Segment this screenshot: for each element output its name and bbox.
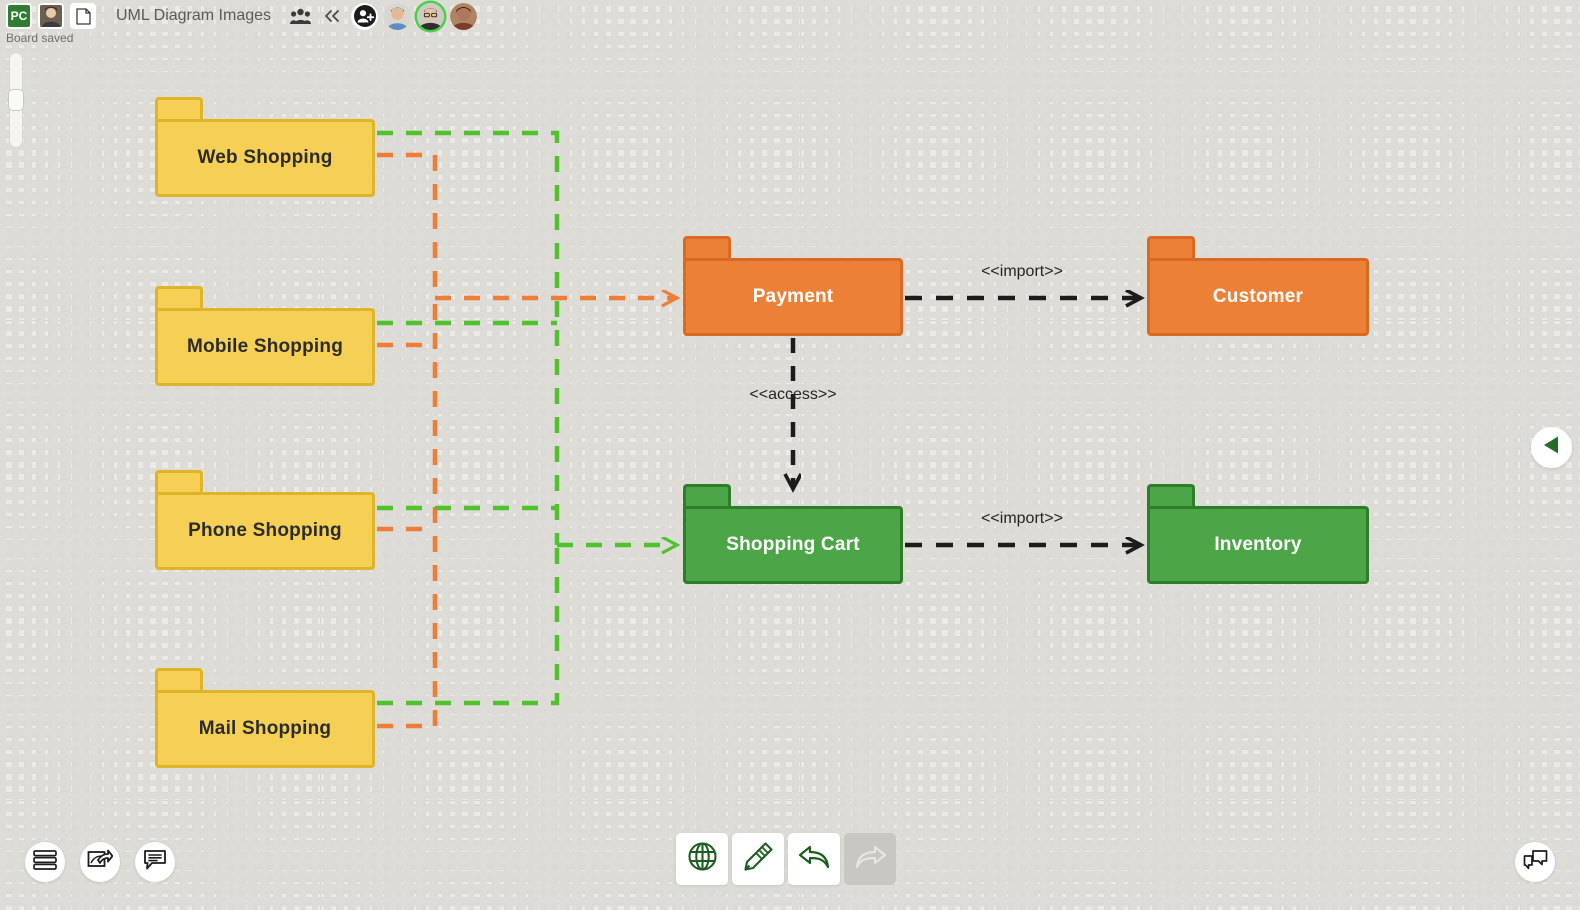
globe-icon (687, 841, 718, 877)
package-label: Shopping Cart (726, 534, 860, 555)
bottom-left-toolbar (25, 842, 175, 882)
avatar-user-1[interactable] (384, 2, 412, 30)
package-label: Customer (1212, 286, 1304, 307)
avatar-user-2[interactable] (417, 2, 445, 30)
page-cloud-logo[interactable]: PC (6, 3, 32, 29)
redo-button[interactable] (844, 833, 896, 885)
package-phone[interactable]: Phone Shopping (155, 470, 375, 570)
menu-button[interactable] (25, 842, 65, 882)
package-web[interactable]: Web Shopping (155, 97, 375, 197)
zoom-slider[interactable] (8, 52, 24, 148)
right-panel-toggle[interactable] (1531, 427, 1572, 468)
package-label: Phone Shopping (188, 520, 342, 541)
bottom-center-toolbar (676, 833, 896, 885)
edge-group-orange (377, 152, 676, 729)
package-body: Mail Shopping (155, 690, 375, 768)
package-label: Payment (752, 286, 834, 307)
chat-bubbles-icon (1523, 849, 1548, 876)
package-inventory[interactable]: Inventory (1147, 484, 1369, 584)
package-body: Customer (1147, 258, 1369, 336)
package-customer[interactable]: Customer (1147, 236, 1369, 336)
package-body: Web Shopping (155, 119, 375, 197)
comment-bubble-icon (143, 849, 167, 876)
package-body: Inventory (1147, 506, 1369, 584)
edge-web-to-cart[interactable] (377, 130, 560, 545)
package-label: Inventory (1214, 534, 1302, 555)
board-save-status: Board saved (6, 31, 74, 45)
package-mobile[interactable]: Mobile Shopping (155, 286, 375, 386)
undo-button[interactable] (788, 833, 840, 885)
package-label: Mail Shopping (198, 718, 332, 739)
board-owner-avatar[interactable] (38, 3, 64, 29)
package-payment[interactable]: Payment (683, 236, 903, 336)
app-root: Web Shopping Mobile Shopping Phone Shoppin… (0, 0, 1580, 910)
people-group-icon[interactable] (287, 3, 313, 29)
board-title[interactable]: UML Diagram Images (116, 7, 271, 25)
chat-button[interactable] (1515, 842, 1555, 882)
chevron-double-left-icon[interactable] (319, 3, 345, 29)
hamburger-menu-icon (32, 849, 58, 876)
package-body: Shopping Cart (683, 506, 903, 584)
document-icon[interactable] (70, 3, 96, 29)
redo-arrow-icon (854, 843, 887, 876)
edge-web-to-payment[interactable] (377, 152, 438, 298)
package-body: Mobile Shopping (155, 308, 375, 386)
undo-arrow-icon (798, 843, 831, 876)
edge-label-l3: <<access>> (749, 386, 837, 403)
edge-label-l1: <<import>> (981, 263, 1063, 280)
share-button[interactable] (80, 842, 120, 882)
edge-label-l2: <<import>> (981, 510, 1063, 527)
package-label: Mobile Shopping (186, 336, 344, 357)
comment-button[interactable] (135, 842, 175, 882)
package-label: Web Shopping (197, 147, 333, 168)
publish-button[interactable] (676, 833, 728, 885)
package-cart[interactable]: Shopping Cart (683, 484, 903, 584)
package-body: Phone Shopping (155, 492, 375, 570)
bottom-right-toolbar (1515, 842, 1555, 882)
board-header: PC UML Diagram Images (0, 0, 478, 32)
avatar-user-3[interactable] (450, 2, 478, 30)
zoom-slider-handle[interactable] (8, 89, 24, 111)
edge-mail-to-payment[interactable] (377, 300, 438, 729)
share-export-icon (87, 849, 114, 876)
edit-button[interactable] (732, 833, 784, 885)
package-mail[interactable]: Mail Shopping (155, 668, 375, 768)
triangle-left-icon (1542, 435, 1561, 460)
package-body: Payment (683, 258, 903, 336)
add-user-icon[interactable] (351, 2, 379, 30)
edge-mail-to-cart[interactable] (377, 543, 560, 706)
pencil-icon (743, 841, 774, 877)
edge-group-green (377, 130, 676, 706)
